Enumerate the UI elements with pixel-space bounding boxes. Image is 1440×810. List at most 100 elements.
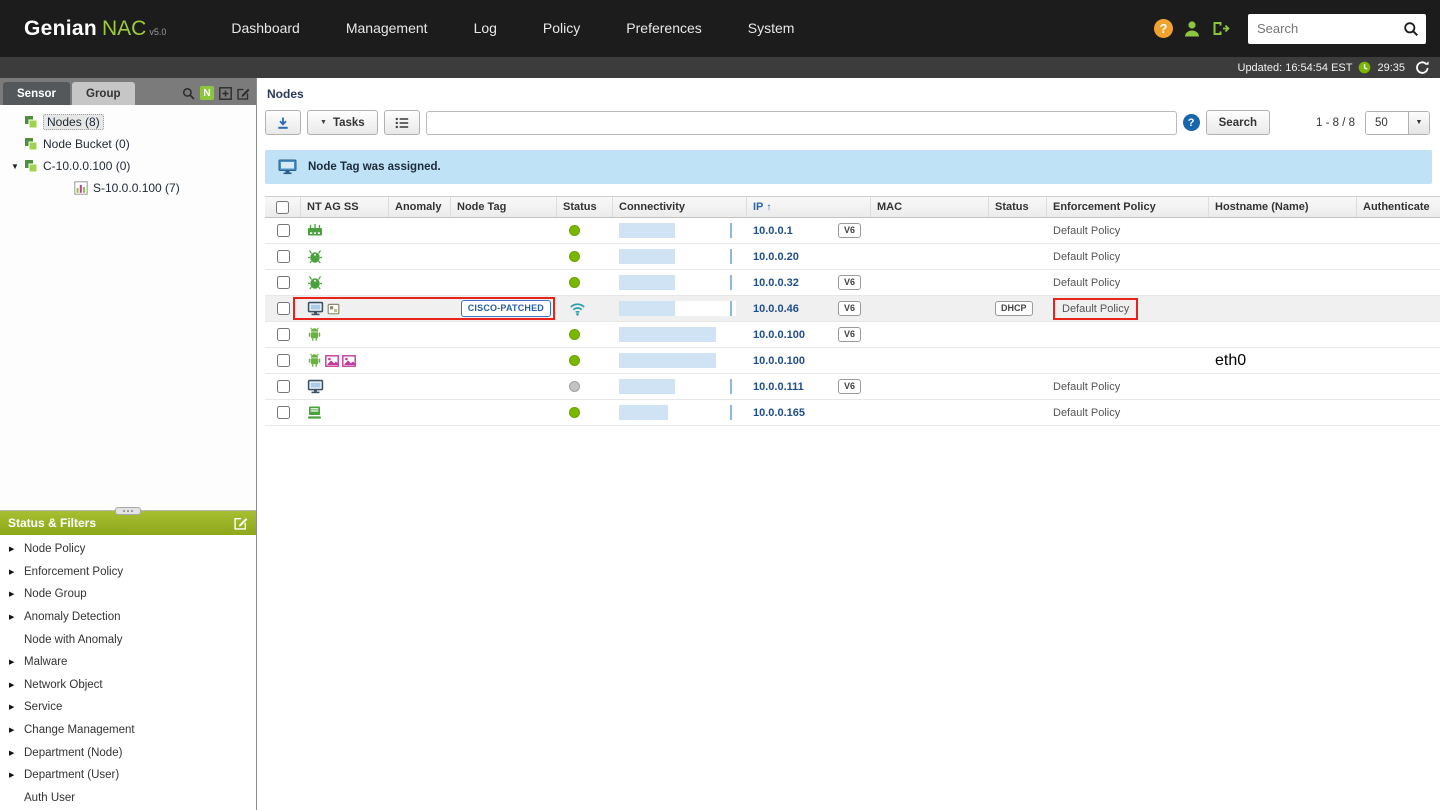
nav-item-preferences[interactable]: Preferences <box>603 0 724 57</box>
brand-logo[interactable]: Genian NAC v5.0 <box>24 17 166 41</box>
enforcement-policy-link[interactable]: Default Policy <box>1053 225 1120 237</box>
ip-link[interactable]: 10.0.0.100 <box>753 355 805 367</box>
ip-link[interactable]: 10.0.0.165 <box>753 407 805 419</box>
column-header-mac[interactable]: MAC <box>871 197 989 217</box>
row-checkbox[interactable] <box>276 354 290 367</box>
tree-item[interactable]: Nodes (8) <box>0 111 256 133</box>
filter-item[interactable]: ▶ Node Group <box>0 583 256 606</box>
nav-item-policy[interactable]: Policy <box>520 0 603 57</box>
nav-item-management[interactable]: Management <box>323 0 451 57</box>
search-button[interactable]: Search <box>1205 110 1270 135</box>
column-header-status2[interactable]: Status <box>989 197 1047 217</box>
node-filter-input[interactable] <box>425 110 1177 135</box>
monitor-icon <box>307 301 324 316</box>
select-all-checkbox[interactable] <box>276 200 289 214</box>
edit-filters-icon[interactable] <box>234 516 248 530</box>
ip-link[interactable]: 10.0.0.111 <box>753 381 804 393</box>
row-checkbox[interactable] <box>276 276 290 289</box>
search-help-icon[interactable]: ? <box>1182 114 1200 131</box>
tree-item[interactable]: ▼ C-10.0.0.100 (0) <box>0 155 256 177</box>
filter-item[interactable]: Node with Anomaly <box>0 628 256 651</box>
enforcement-policy-link[interactable]: Default Policy <box>1053 407 1120 419</box>
table-row[interactable]: 10.0.0.20 Default Policy <box>265 244 1440 270</box>
filter-item[interactable]: ▶ Department (User) <box>0 764 256 787</box>
table-row[interactable]: 10.0.0.100 eth0 <box>265 348 1440 374</box>
search-icon[interactable] <box>1403 21 1419 37</box>
tree-item-label: Nodes (8) <box>43 114 104 130</box>
ip-link[interactable]: 10.0.0.46 <box>753 303 799 315</box>
column-header-nt[interactable]: NT AG SS <box>301 197 389 217</box>
row-checkbox[interactable] <box>276 380 290 393</box>
table-row[interactable]: 10.0.0.165 Default Policy <box>265 400 1440 426</box>
enforcement-policy-link[interactable]: Default Policy <box>1053 277 1120 289</box>
filter-item[interactable]: ▶ Department (Node) <box>0 741 256 764</box>
refresh-icon[interactable] <box>1415 60 1430 75</box>
table-row[interactable]: 10.0.0.100 V6 <box>265 322 1440 348</box>
row-checkbox[interactable] <box>276 302 290 315</box>
user-icon[interactable] <box>1182 19 1202 38</box>
filter-item[interactable]: ▶ Change Management <box>0 719 256 742</box>
filter-item[interactable]: ▶ Node Policy <box>0 538 256 561</box>
ip-link[interactable]: 10.0.0.20 <box>753 251 799 263</box>
enforcement-policy-link[interactable]: Default Policy <box>1053 297 1139 320</box>
column-header-tag[interactable]: Node Tag <box>451 197 557 217</box>
cell-node-tag <box>451 400 557 425</box>
edit-icon[interactable] <box>237 87 250 100</box>
logout-icon[interactable] <box>1211 20 1231 37</box>
add-icon[interactable] <box>219 86 232 100</box>
export-button[interactable] <box>265 110 301 135</box>
nav-item-system[interactable]: System <box>725 0 818 57</box>
filter-item[interactable]: ▶ Anomaly Detection <box>0 606 256 629</box>
table-row[interactable]: 10.0.0.1 V6 Default Policy <box>265 218 1440 244</box>
tree-item[interactable]: Node Bucket (0) <box>0 133 256 155</box>
filter-item[interactable]: ▶ Enforcement Policy <box>0 561 256 584</box>
cell-ip: 10.0.0.20 <box>747 244 871 269</box>
main-panel: Nodes ▼ Tasks ? Search 1 - 8 / 8 50 ▼ Nod… <box>257 78 1440 810</box>
column-header-status[interactable]: Status <box>557 197 613 217</box>
table-row[interactable]: 10.0.0.32 V6 Default Policy <box>265 270 1440 296</box>
column-header-policy[interactable]: Enforcement Policy <box>1047 197 1209 217</box>
cell-select <box>265 244 301 269</box>
nav-item-dashboard[interactable]: Dashboard <box>208 0 323 57</box>
cell-mac <box>871 270 989 295</box>
connectivity-chart <box>619 379 736 394</box>
column-header-anomaly[interactable]: Anomaly <box>389 197 451 217</box>
column-header-select[interactable] <box>265 197 301 217</box>
filter-item[interactable]: ▶ Malware <box>0 651 256 674</box>
ip-link[interactable]: 10.0.0.100 <box>753 329 805 341</box>
column-header-auth[interactable]: Authenticate <box>1357 197 1440 217</box>
cell-node-type <box>301 400 389 425</box>
splitter-handle[interactable] <box>115 507 141 515</box>
tree-item[interactable]: S-10.0.0.100 (7) <box>0 177 256 199</box>
sidebar-tab-sensor[interactable]: Sensor <box>3 82 70 105</box>
caret-down-icon[interactable]: ▼ <box>6 162 24 171</box>
filter-item[interactable]: Auth User <box>0 787 256 810</box>
row-checkbox[interactable] <box>276 224 290 237</box>
column-label: Status <box>563 201 597 213</box>
column-header-host[interactable]: Hostname (Name) <box>1209 197 1357 217</box>
tasks-button[interactable]: ▼ Tasks <box>307 110 378 135</box>
cell-authenticate <box>1357 374 1440 399</box>
global-search-input[interactable] <box>1257 21 1403 36</box>
filter-item[interactable]: ▶ Network Object <box>0 674 256 697</box>
help-icon[interactable]: ? <box>1154 19 1173 38</box>
magnifier-icon[interactable] <box>182 87 195 100</box>
filter-item[interactable]: ▶ Service <box>0 696 256 719</box>
nav-item-log[interactable]: Log <box>451 0 520 57</box>
row-checkbox[interactable] <box>276 406 290 419</box>
row-checkbox[interactable] <box>276 250 290 263</box>
switch-icon <box>307 223 323 238</box>
enforcement-policy-link[interactable]: Default Policy <box>1053 251 1120 263</box>
enforcement-policy-link[interactable]: Default Policy <box>1053 381 1120 393</box>
column-header-ip[interactable]: IP ↑ <box>747 197 871 217</box>
ip-link[interactable]: 10.0.0.32 <box>753 277 799 289</box>
new-node-icon[interactable]: N <box>200 86 214 100</box>
table-row[interactable]: 10.0.0.111 V6 Default Policy <box>265 374 1440 400</box>
sidebar-tab-group[interactable]: Group <box>72 82 135 105</box>
column-header-conn[interactable]: Connectivity <box>613 197 747 217</box>
page-size-select[interactable]: 50 ▼ <box>1365 110 1430 135</box>
table-row[interactable]: CISCO-PATCHED 10.0.0.46 V6 DHCP Default Poli… <box>265 296 1440 322</box>
ip-link[interactable]: 10.0.0.1 <box>753 225 793 237</box>
view-options-button[interactable] <box>383 110 420 135</box>
row-checkbox[interactable] <box>276 328 290 341</box>
